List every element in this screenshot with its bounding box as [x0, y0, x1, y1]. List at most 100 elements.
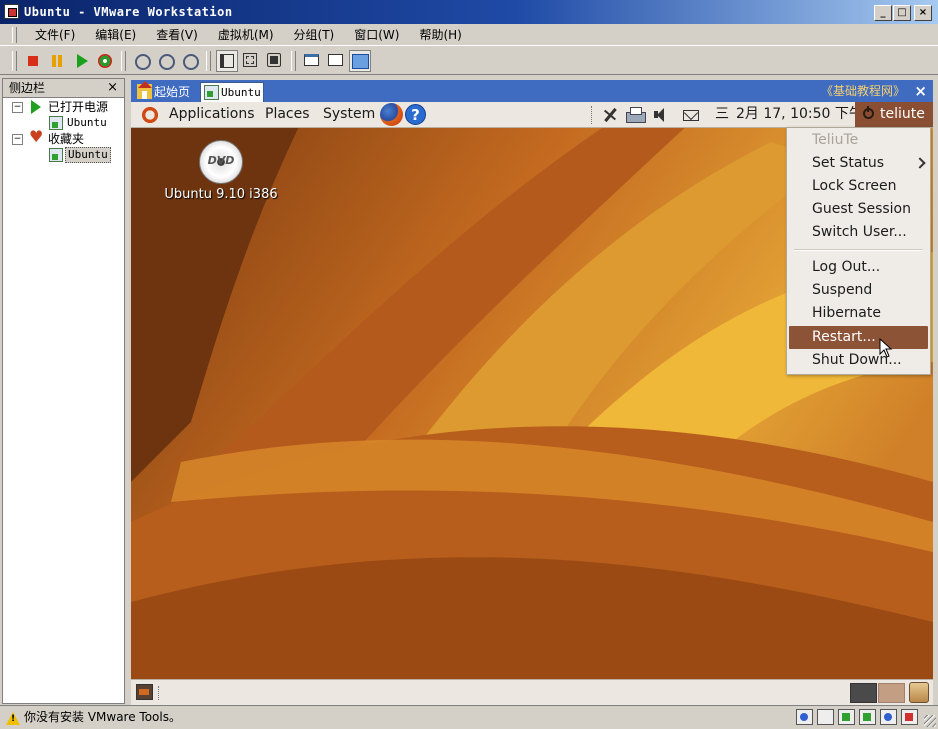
menu-item-switch-user[interactable]: Switch User... — [787, 221, 930, 244]
favorites-heart-icon — [29, 129, 43, 146]
message-log-icon[interactable] — [901, 709, 918, 725]
vm-icon — [49, 116, 63, 130]
tree-item-ubuntu-favorite[interactable]: Ubuntu — [3, 147, 124, 163]
tab-close-icon[interactable]: × — [914, 80, 927, 102]
tree-item-ubuntu[interactable]: Ubuntu — [3, 115, 124, 131]
snapshot-icon[interactable] — [131, 50, 153, 72]
normal-window-icon[interactable] — [216, 49, 238, 72]
console-icon[interactable] — [301, 50, 323, 72]
tab-bar: 起始页 Ubuntu 《基础教程网》 × — [131, 80, 933, 102]
panel-separator — [591, 106, 594, 124]
menu-item-set-status[interactable]: Set Status — [787, 152, 930, 175]
sidebar-close-icon[interactable]: × — [107, 79, 118, 97]
menu-item-suspend[interactable]: Suspend — [787, 279, 930, 302]
sound-icon[interactable] — [880, 709, 897, 725]
workspace-2[interactable] — [878, 683, 905, 703]
tree-item-label: Ubuntu — [65, 147, 111, 163]
menu-help[interactable]: 帮助(H) — [409, 25, 471, 45]
workspace-1[interactable] — [850, 683, 877, 703]
minimize-button[interactable]: _ — [874, 5, 892, 21]
vm-screen[interactable]: Applications Places System ? 三 2月 17, 10… — [131, 102, 933, 705]
menu-item-log-out[interactable]: Log Out... — [787, 256, 930, 279]
quick-switch-icon[interactable] — [325, 50, 347, 72]
sidebar: 侧边栏 × − 已打开电源 Ubuntu − 收藏夹 Ubuntu — [2, 78, 125, 704]
tree-group-label: 收藏夹 — [48, 132, 85, 146]
ubuntu-logo-icon[interactable] — [140, 105, 160, 125]
input-method-indicator[interactable]: 三 — [715, 102, 729, 127]
tree-group-powered-on[interactable]: − 已打开电源 — [3, 99, 124, 115]
toolbar-separator — [291, 50, 296, 71]
cd-rom-icon[interactable] — [817, 709, 834, 725]
menu-separator — [794, 249, 923, 251]
tab-label: Ubuntu — [221, 86, 261, 99]
menu-view[interactable]: 查看(V) — [146, 25, 208, 45]
play-icon[interactable] — [70, 50, 92, 72]
tab-home[interactable]: 起始页 — [134, 81, 196, 102]
user-switcher-button[interactable]: teliute — [855, 102, 933, 127]
desktop-dvd-icon[interactable]: DVD Ubuntu 9.10 i386 — [161, 140, 281, 202]
status-bar: 你没有安装 VMware Tools。 — [0, 705, 938, 729]
floppy-icon[interactable] — [838, 709, 855, 725]
toolbar-separator — [121, 50, 126, 71]
pause-icon[interactable] — [46, 50, 68, 72]
title-bar[interactable]: Ubuntu - VMware Workstation _ □ × — [0, 0, 938, 24]
revert-snapshot-icon[interactable] — [155, 50, 177, 72]
vmware-app-icon[interactable] — [4, 4, 19, 19]
menu-item-hibernate[interactable]: Hibernate — [787, 302, 930, 325]
dvd-disc-text: DVD — [207, 154, 235, 167]
collapse-toggle-icon[interactable]: − — [12, 102, 23, 113]
tree-group-favorites[interactable]: − 收藏夹 — [3, 129, 124, 147]
help-icon[interactable]: ? — [405, 104, 426, 125]
menu-item-shut-down[interactable]: Shut Down... — [787, 349, 930, 372]
maximize-button[interactable]: □ — [893, 5, 911, 21]
reset-icon[interactable] — [94, 50, 116, 72]
menu-header-username: TeliuTe — [812, 132, 859, 148]
hard-disk-icon[interactable] — [796, 709, 813, 725]
menubar-grip[interactable] — [12, 26, 17, 43]
power-icon — [863, 106, 874, 119]
sidebar-header: 侧边栏 × — [3, 79, 124, 98]
unity-icon[interactable] — [264, 50, 286, 72]
panel-handle[interactable] — [158, 686, 161, 700]
trash-icon[interactable] — [909, 682, 929, 703]
menu-file[interactable]: 文件(F) — [25, 25, 85, 45]
mail-icon[interactable] — [683, 106, 701, 124]
network-disconnected-icon[interactable] — [601, 106, 619, 124]
menu-item-label: Set Status — [812, 155, 885, 171]
menu-vm[interactable]: 虚拟机(M) — [208, 25, 284, 45]
mouse-pointer-icon — [879, 338, 893, 358]
collapse-toggle-icon[interactable]: − — [12, 134, 23, 145]
menu-item-guest-session[interactable]: Guest Session — [787, 198, 930, 221]
toolbar-grip[interactable] — [12, 50, 17, 71]
toolbar — [0, 47, 938, 75]
tab-label: 起始页 — [154, 85, 191, 99]
show-desktop-icon[interactable] — [136, 684, 153, 700]
volume-icon[interactable] — [653, 106, 667, 124]
menu-bar: 文件(F) 编辑(E) 查看(V) 虚拟机(M) 分组(T) 窗口(W) 帮助(… — [0, 24, 938, 46]
menu-windows[interactable]: 窗口(W) — [344, 25, 409, 45]
firefox-icon[interactable] — [380, 103, 403, 126]
applications-menu[interactable]: Applications — [169, 102, 255, 127]
active-view-icon[interactable] — [349, 49, 371, 72]
menu-team[interactable]: 分组(T) — [284, 25, 345, 45]
chevron-right-icon — [914, 157, 926, 169]
stop-icon[interactable] — [22, 50, 44, 72]
window-title: Ubuntu - VMware Workstation — [24, 5, 233, 19]
full-screen-icon[interactable] — [240, 50, 262, 72]
menu-item-restart[interactable]: Restart... — [789, 326, 928, 349]
sidebar-title: 侧边栏 — [9, 81, 46, 95]
tab-ubuntu[interactable]: Ubuntu — [200, 82, 264, 102]
close-button[interactable]: × — [914, 5, 932, 21]
printer-icon[interactable] — [625, 106, 647, 124]
device-icons — [792, 709, 918, 725]
user-menu: TeliuTe Set Status Lock Screen Guest Ses… — [786, 127, 931, 375]
network-adapter-icon[interactable] — [859, 709, 876, 725]
places-menu[interactable]: Places — [265, 102, 310, 127]
system-menu[interactable]: System — [323, 102, 375, 127]
snapshot-manager-icon[interactable] — [179, 50, 201, 72]
resize-grip[interactable] — [924, 715, 936, 727]
menu-item-lock-screen[interactable]: Lock Screen — [787, 175, 930, 198]
warning-icon — [6, 712, 20, 725]
menu-edit[interactable]: 编辑(E) — [85, 25, 146, 45]
clock[interactable]: 2月 17, 10:50 下午 — [736, 102, 863, 127]
